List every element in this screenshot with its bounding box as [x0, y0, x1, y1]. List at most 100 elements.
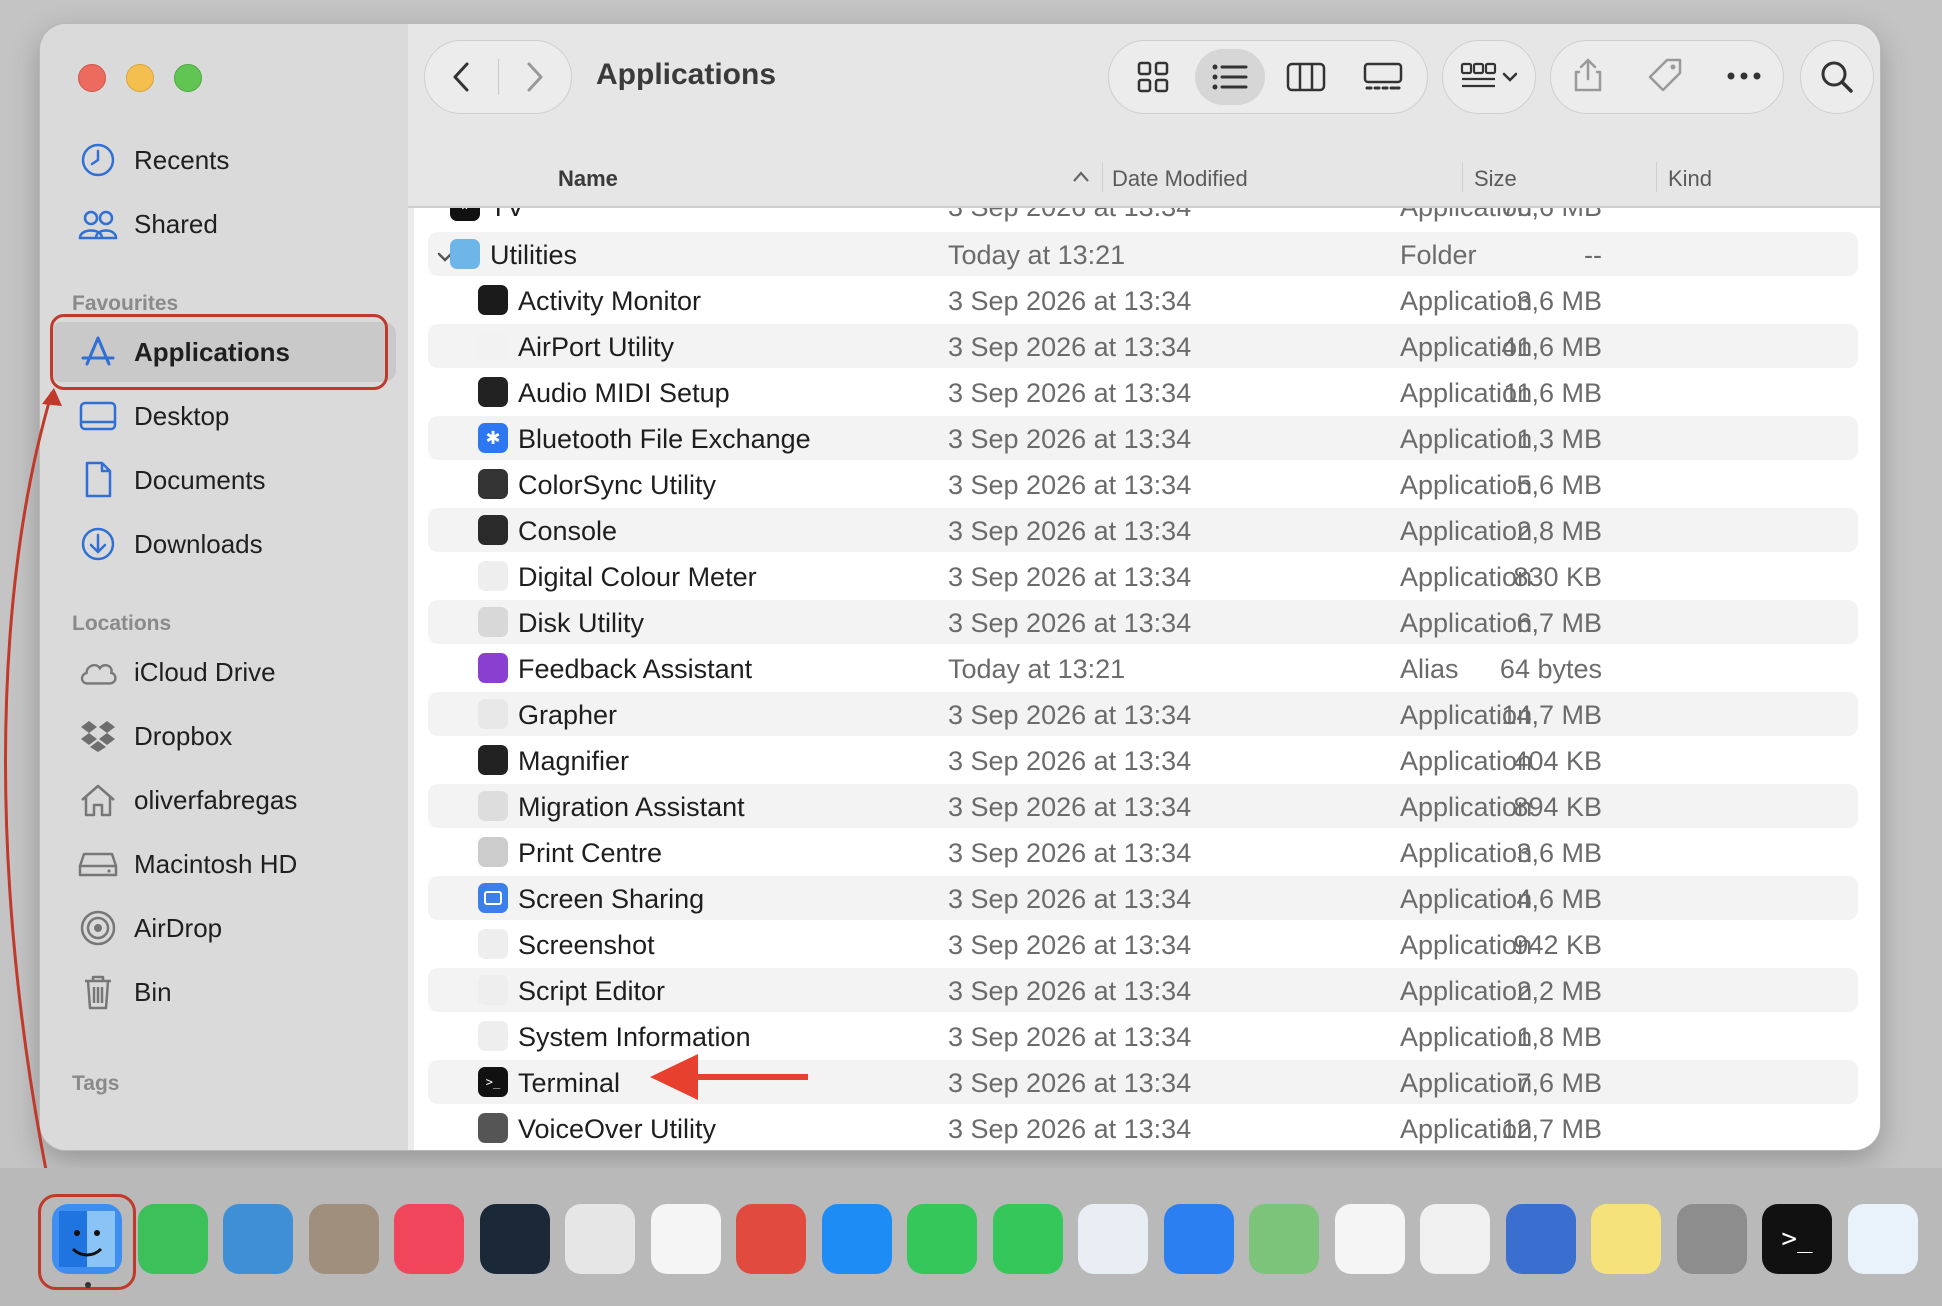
sidebar-item-label: Macintosh HD: [134, 848, 298, 879]
column-header: Name Date Modified Size Kind: [408, 148, 1880, 208]
action-group: [1550, 40, 1784, 114]
table-row[interactable]: ✱ Bluetooth File Exchange 3 Sep 2026 at 13…: [428, 416, 1858, 460]
file-name: Activity Monitor: [518, 286, 702, 316]
contacts-icon[interactable]: [308, 1204, 379, 1274]
onedrive-icon[interactable]: [1847, 1204, 1918, 1274]
file-date: 3 Sep 2026 at 13:34: [948, 746, 1192, 776]
sidebar-item-dropbox[interactable]: Dropbox: [50, 706, 396, 766]
table-row[interactable]: Activity Monitor 3 Sep 2026 at 13:34 3,6 M…: [428, 278, 1858, 322]
file-kind: Application: [1400, 516, 1533, 546]
phone-icon[interactable]: [907, 1204, 977, 1274]
table-row[interactable]: Digital Colour Meter 3 Sep 2026 at 13:34 8…: [428, 554, 1858, 598]
table-row[interactable]: Print Centre 3 Sep 2026 at 13:34 3,6 MB App…: [428, 830, 1858, 874]
table-row[interactable]: Grapher 3 Sep 2026 at 13:34 14,7 MB Applica…: [428, 692, 1858, 736]
file-kind: Application: [1400, 208, 1532, 223]
notes-icon[interactable]: [1591, 1204, 1661, 1274]
group-icon: [1460, 62, 1497, 88]
photos-icon[interactable]: [1334, 1204, 1405, 1274]
file-kind: Application: [1400, 792, 1533, 822]
table-row[interactable]: AirPort Utility 3 Sep 2026 at 13:34 41,6 M…: [428, 324, 1858, 368]
forward-button[interactable]: [499, 40, 572, 114]
share-button[interactable]: [1573, 57, 1603, 98]
sidebar-item-recents[interactable]: Recents: [50, 130, 396, 190]
more-button[interactable]: [1727, 68, 1761, 86]
facetime-icon[interactable]: [137, 1204, 208, 1274]
audio-midi-icon: [478, 377, 508, 407]
screenshot-icon: [478, 929, 508, 959]
gallery-view-button[interactable]: [1348, 49, 1418, 105]
opera-icon[interactable]: [1420, 1204, 1490, 1274]
navigation-group: [424, 40, 572, 114]
table-row[interactable]: Migration Assistant 3 Sep 2026 at 13:34 89…: [428, 784, 1858, 828]
table-row[interactable]: Console 3 Sep 2026 at 13:34 2,8 MB Applicat…: [428, 508, 1858, 552]
icon-view-button[interactable]: [1118, 49, 1188, 105]
table-row[interactable]: >_ Terminal 3 Sep 2026 at 13:34 7,6 MB Appli…: [428, 1060, 1858, 1104]
bluetooth-icon: ✱: [478, 423, 508, 453]
file-kind: Application: [1400, 700, 1533, 730]
mail-icon[interactable]: [1163, 1204, 1234, 1274]
tag-button[interactable]: [1647, 57, 1683, 98]
console-icon: [478, 515, 508, 545]
table-row[interactable]: Audio MIDI Setup 3 Sep 2026 at 13:34 11,6 …: [428, 370, 1858, 414]
sidebar-item-desktop[interactable]: Desktop: [50, 386, 396, 446]
zoom-button[interactable]: [174, 64, 202, 92]
table-row[interactable]: Script Editor 3 Sep 2026 at 13:34 2,2 MB Ap…: [428, 968, 1858, 1012]
table-row[interactable]: Magnifier 3 Sep 2026 at 13:34 404 KB Applic…: [428, 738, 1858, 782]
sidebar-item-bin[interactable]: Bin: [50, 962, 396, 1022]
file-name: Disk Utility: [518, 608, 644, 638]
table-row[interactable]: Utilities Today at 13:21 -- Folder: [428, 232, 1858, 276]
column-view-button[interactable]: [1271, 49, 1341, 105]
sidebar-item-label: Bin: [134, 976, 172, 1007]
mk-app-icon[interactable]: [223, 1204, 293, 1274]
close-button[interactable]: [78, 64, 106, 92]
file-date: 3 Sep 2026 at 13:34: [948, 332, 1192, 362]
sidebar-item-label: Recents: [134, 144, 230, 175]
table-row[interactable]: System Information 3 Sep 2026 at 13:34 1,8…: [428, 1014, 1858, 1058]
table-row[interactable]: Screenshot 3 Sep 2026 at 13:34 942 KB Appli…: [428, 922, 1858, 966]
back-button[interactable]: [425, 40, 498, 114]
minimize-button[interactable]: [126, 64, 154, 92]
app-store-icon[interactable]: [821, 1204, 892, 1274]
messages-icon[interactable]: [992, 1204, 1063, 1274]
steam-icon[interactable]: [479, 1204, 550, 1274]
colorsync-icon: [478, 469, 508, 499]
music-icon[interactable]: [394, 1204, 464, 1274]
table-row[interactable]: Feedback Assistant Today at 13:21 64 bytes…: [428, 646, 1858, 690]
file-kind: Application: [1400, 930, 1533, 960]
column-kind[interactable]: Kind: [1668, 166, 1712, 192]
finder-window: Recents Shared Favourites Applications D…: [40, 24, 1880, 1150]
view-mode-group: [1108, 40, 1428, 114]
file-name: AirPort Utility: [518, 332, 675, 362]
safari-icon[interactable]: [1078, 1204, 1148, 1274]
maps-icon[interactable]: [1249, 1204, 1319, 1274]
launchpad-icon[interactable]: [565, 1204, 635, 1274]
group-by-button[interactable]: [1442, 40, 1536, 114]
mirror-app-icon[interactable]: [1505, 1204, 1576, 1274]
sidebar-item-macintosh-hd[interactable]: Macintosh HD: [50, 834, 396, 894]
rocket-app-icon[interactable]: [736, 1204, 806, 1274]
file-kind: Folder: [1400, 240, 1477, 270]
search-button[interactable]: [1800, 40, 1874, 114]
sidebar-item-home[interactable]: oliverfabregas: [50, 770, 396, 830]
table-row[interactable]: ColorSync Utility 3 Sep 2026 at 13:34 5,6 …: [428, 462, 1858, 506]
file-kind: Application: [1400, 838, 1533, 868]
file-kind: Application: [1400, 1022, 1533, 1052]
table-row[interactable]: Disk Utility 3 Sep 2026 at 13:34 6,7 MB App…: [428, 600, 1858, 644]
sidebar-item-airdrop[interactable]: AirDrop: [50, 898, 396, 958]
column-size[interactable]: Size: [1474, 166, 1517, 192]
sidebar-item-icloud-drive[interactable]: iCloud Drive: [50, 642, 396, 702]
reminders-icon[interactable]: [650, 1204, 721, 1274]
table-row[interactable]: Screen Sharing 3 Sep 2026 at 13:34 4,6 MB A…: [428, 876, 1858, 920]
table-row[interactable]: tvTV3 Sep 2026 at 13:3476,6 MBApplicatio…: [428, 208, 1858, 228]
list-view-button[interactable]: [1194, 49, 1265, 105]
file-date: 3 Sep 2026 at 13:34: [948, 1068, 1192, 1098]
sidebar-item-shared[interactable]: Shared: [50, 194, 396, 254]
table-row[interactable]: VoiceOver Utility 3 Sep 2026 at 13:34 12,7…: [428, 1106, 1858, 1150]
sidebar-item-downloads[interactable]: Downloads: [50, 514, 396, 574]
sidebar-item-documents[interactable]: Documents: [50, 450, 396, 510]
terminal-dock-icon[interactable]: >_: [1762, 1204, 1832, 1274]
column-name[interactable]: Name: [558, 166, 618, 192]
column-date-modified[interactable]: Date Modified: [1112, 166, 1248, 192]
printer-icon: [478, 837, 508, 867]
system-settings-icon[interactable]: [1676, 1204, 1747, 1274]
